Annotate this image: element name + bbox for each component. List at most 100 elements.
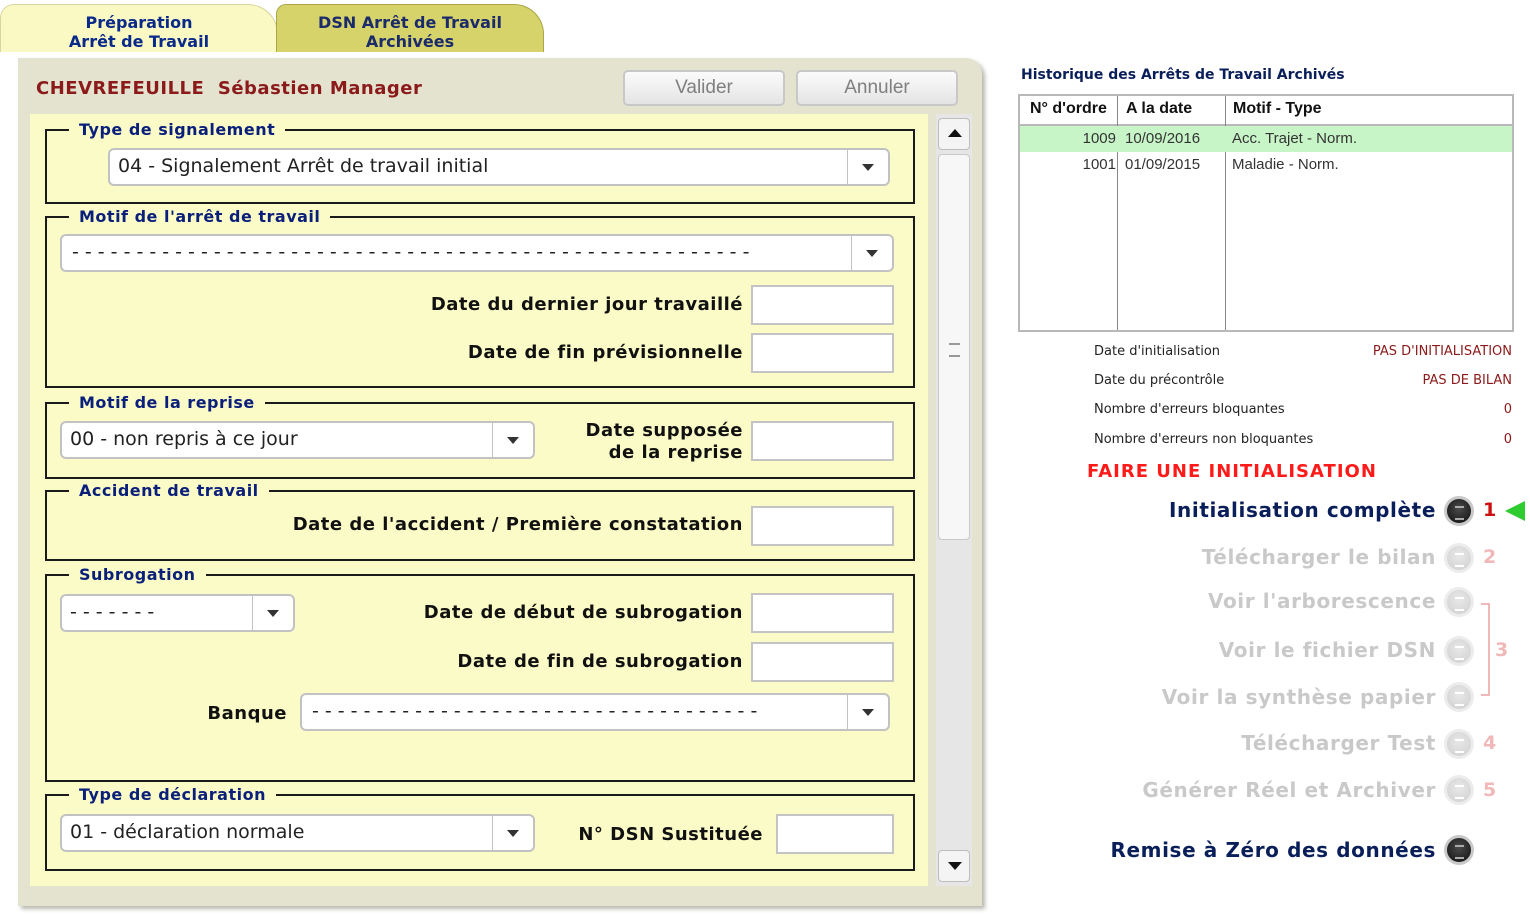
row-date: 10/09/2016 — [1125, 130, 1201, 147]
view-arborescence-button[interactable]: Voir l'arborescence — [1208, 589, 1436, 613]
download-test-button[interactable]: Télécharger Test — [1241, 731, 1436, 755]
employee-last-name: CHEVREFEUILLE — [36, 78, 205, 99]
type-declaration-select[interactable]: 01 - déclaration normale — [60, 814, 535, 852]
history-table: N° d'ordre A la date Motif - Type 1009 1… — [1018, 94, 1514, 332]
section-subrogation-legend: Subrogation — [79, 565, 196, 584]
status-erreurs-bloquantes-value: 0 — [1503, 402, 1512, 417]
banque-value: - - - - - - - - - - - - - - - - - - - - … — [312, 700, 758, 722]
section-type-signalement-legend: Type de signalement — [79, 120, 276, 139]
step-number: 3 — [1495, 639, 1509, 661]
scroll-up-button[interactable] — [938, 118, 970, 150]
date-dernier-jour-label: Date du dernier jour travaillé — [430, 294, 743, 315]
motif-reprise-value: 00 - non repris à ce jour — [70, 428, 298, 450]
tab-preparation[interactable]: Préparation Arrêt de Travail — [0, 4, 278, 52]
history-col-date[interactable]: A la date — [1126, 96, 1192, 124]
scroll-down-button[interactable] — [938, 850, 970, 882]
step-number: 5 — [1483, 779, 1497, 801]
history-col-num[interactable]: N° d'ordre — [1030, 96, 1107, 124]
cancel-button[interactable]: Annuler — [796, 70, 958, 106]
list-icon[interactable] — [1444, 775, 1474, 805]
current-step-arrow-icon — [1505, 501, 1525, 521]
date-fin-prev-input[interactable] — [751, 333, 894, 373]
banque-label: Banque — [207, 703, 287, 724]
list-icon[interactable] — [1444, 729, 1474, 759]
date-supposee-input[interactable] — [751, 421, 894, 461]
chevron-down-icon[interactable] — [492, 423, 533, 457]
step-number: 1 — [1483, 499, 1497, 521]
dsn-substituee-input[interactable] — [776, 814, 894, 854]
scroll-thumb[interactable] — [938, 154, 970, 540]
type-declaration-value: 01 - déclaration normale — [70, 821, 305, 843]
tab-preparation-line1: Préparation — [85, 13, 193, 32]
list-icon[interactable] — [1444, 496, 1474, 526]
init-complete-button[interactable]: Initialisation complète — [1169, 498, 1436, 522]
motif-reprise-select[interactable]: 00 - non repris à ce jour — [60, 421, 535, 459]
step-number: 2 — [1483, 546, 1497, 568]
date-fin-subrogation-label: Date de fin de subrogation — [457, 651, 743, 672]
list-icon[interactable] — [1444, 587, 1474, 617]
motif-arret-value: - - - - - - - - - - - - - - - - - - - - … — [72, 241, 750, 263]
date-supposee-label: Date supposée de la reprise — [586, 420, 743, 464]
generate-archive-button[interactable]: Générer Réel et Archiver — [1142, 778, 1436, 802]
subrogation-select[interactable]: - - - - - - - — [60, 594, 295, 632]
banque-select[interactable]: - - - - - - - - - - - - - - - - - - - - … — [300, 693, 890, 731]
date-debut-subrogation-input[interactable] — [751, 593, 894, 633]
type-signalement-value: 04 - Signalement Arrêt de travail initia… — [118, 155, 489, 177]
date-debut-subrogation-label: Date de début de subrogation — [423, 602, 743, 623]
grip-icon — [949, 343, 960, 357]
type-signalement-select[interactable]: 04 - Signalement Arrêt de travail initia… — [108, 148, 890, 186]
view-dsn-file-button[interactable]: Voir le fichier DSN — [1219, 638, 1436, 662]
tab-preparation-line2: Arrêt de Travail — [68, 32, 210, 51]
triangle-up-icon — [948, 129, 962, 137]
chevron-down-icon[interactable] — [252, 596, 293, 630]
vertical-scrollbar[interactable] — [936, 114, 972, 886]
step-number: 4 — [1483, 732, 1497, 754]
chevron-down-icon[interactable] — [851, 236, 892, 270]
warning-message: FAIRE UNE INITIALISATION — [1087, 461, 1377, 482]
tab-archivees-line1: DSN Arrêt de Travail — [318, 13, 502, 32]
row-motif: Acc. Trajet - Norm. — [1232, 130, 1358, 147]
list-icon[interactable] — [1444, 682, 1474, 712]
reset-data-button[interactable]: Remise à Zéro des données — [1111, 838, 1437, 862]
date-dernier-jour-input[interactable] — [751, 285, 894, 325]
chevron-down-icon[interactable] — [492, 816, 533, 850]
status-precontrole-value: PAS DE BILAN — [1422, 373, 1512, 388]
view-synthese-button[interactable]: Voir la synthèse papier — [1162, 685, 1436, 709]
dsn-substituee-label: N° DSN Sustituée — [578, 824, 763, 845]
chevron-down-icon[interactable] — [847, 695, 888, 729]
date-accident-input[interactable] — [751, 506, 894, 546]
tab-archivees-line2: Archivées — [365, 32, 455, 51]
list-icon[interactable] — [1444, 835, 1474, 865]
section-accident-legend: Accident de travail — [79, 481, 259, 500]
date-fin-subrogation-input[interactable] — [751, 642, 894, 682]
section-motif-arret-legend: Motif de l'arrêt de travail — [79, 207, 321, 226]
list-icon[interactable] — [1444, 543, 1474, 573]
row-num: 1001 — [1082, 156, 1116, 173]
motif-arret-select[interactable]: - - - - - - - - - - - - - - - - - - - - … — [60, 234, 894, 272]
date-supposee-label-line1: Date supposée — [585, 420, 743, 441]
chevron-down-icon[interactable] — [847, 150, 888, 184]
triangle-down-icon — [948, 862, 962, 870]
tab-archivees[interactable]: DSN Arrêt de Travail Archivées — [276, 4, 544, 52]
status-init-value: PAS D'INITIALISATION — [1372, 344, 1512, 359]
download-bilan-button[interactable]: Télécharger le bilan — [1202, 545, 1436, 569]
validate-button[interactable]: Valider — [623, 70, 785, 106]
history-col-motif[interactable]: Motif - Type — [1233, 96, 1322, 124]
subrogation-value: - - - - - - - — [70, 601, 155, 623]
status-erreurs-non-bloquantes-label: Nombre d'erreurs non bloquantes — [1094, 432, 1314, 447]
date-supposee-label-line2: de la reprise — [608, 442, 743, 463]
status-precontrole-label: Date du précontrôle — [1094, 373, 1225, 388]
date-accident-label: Date de l'accident / Première constatati… — [292, 514, 743, 535]
history-title: Historique des Arrêts de Travail Archivé… — [1021, 67, 1345, 83]
row-motif: Maladie - Norm. — [1232, 156, 1339, 173]
table-row[interactable]: 1009 10/09/2016 Acc. Trajet - Norm. — [1020, 126, 1512, 152]
row-num: 1009 — [1082, 130, 1116, 147]
table-row[interactable]: 1001 01/09/2015 Maladie - Norm. — [1020, 152, 1512, 178]
status-init-label: Date d'initialisation — [1094, 344, 1221, 359]
bracket-icon — [1481, 603, 1490, 696]
list-icon[interactable] — [1444, 636, 1474, 666]
employee-first-name: Sébastien Manager — [217, 78, 423, 99]
row-date: 01/09/2015 — [1125, 156, 1201, 173]
section-type-declaration-legend: Type de déclaration — [79, 785, 266, 804]
status-erreurs-non-bloquantes-value: 0 — [1503, 432, 1512, 447]
